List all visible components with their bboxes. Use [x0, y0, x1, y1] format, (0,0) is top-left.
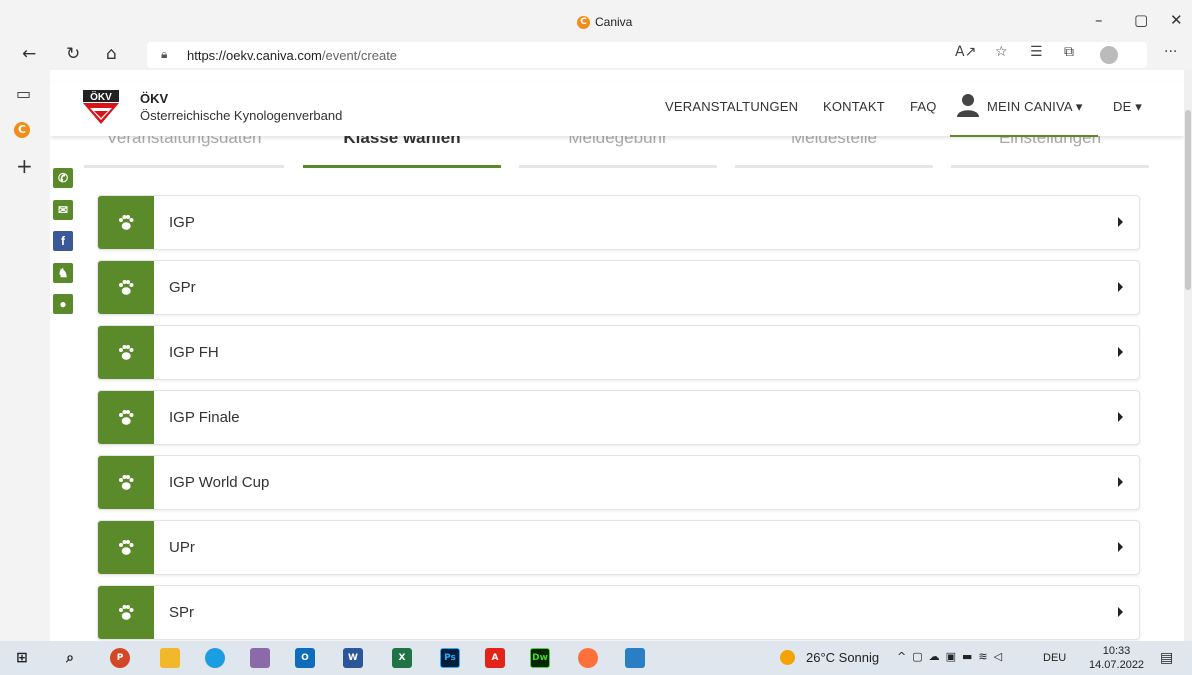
paw-icon: [98, 261, 154, 314]
lightbulb-icon[interactable]: ●: [53, 294, 73, 314]
org-name: Österreichische Kynologenverband: [140, 108, 343, 123]
email-icon[interactable]: ✉: [53, 200, 73, 220]
search-icon[interactable]: ⌕: [60, 648, 80, 668]
photoshop-icon[interactable]: Ps: [440, 648, 460, 668]
paw-icon: [98, 196, 154, 249]
class-label: SPr: [169, 604, 195, 621]
class-row-igp-world-cup[interactable]: IGP World Cup: [97, 455, 1140, 510]
new-tab-icon[interactable]: +: [16, 154, 33, 178]
class-label: IGP World Cup: [169, 474, 270, 491]
weather-text[interactable]: 26°C Sonnig: [806, 650, 879, 665]
chevron-down-icon: ▾: [1135, 99, 1143, 114]
windows-taskbar: ⊞ ⌕ P O W X Ps A Dw 26°C Sonnig ^▢☁▣▬≋◁ …: [0, 641, 1192, 675]
caret-right-icon: [1118, 347, 1123, 357]
language-selector[interactable]: DE ▾: [1113, 99, 1142, 115]
profile-avatar[interactable]: [1100, 46, 1118, 64]
caniva-tab-icon[interactable]: C: [14, 118, 30, 138]
paw-icon: [98, 521, 154, 574]
paw-icon: [98, 456, 154, 509]
photos-icon[interactable]: [625, 648, 645, 668]
file-explorer-icon[interactable]: [160, 648, 180, 668]
phone-icon[interactable]: ✆: [53, 168, 73, 188]
clock[interactable]: 10:33 14.07.2022: [1089, 644, 1144, 672]
nav-faq[interactable]: FAQ: [910, 99, 937, 114]
back-icon[interactable]: ←: [22, 44, 36, 64]
class-label: IGP Finale: [169, 409, 240, 426]
class-row-igp-fh[interactable]: IGP FH: [97, 325, 1140, 380]
browser-toolbar: ← ↻ ⌂ 🔒︎ https://oekv.caniva.com/event/c…: [0, 40, 1192, 70]
class-row-igp[interactable]: IGP: [97, 195, 1140, 250]
read-aloud-icon[interactable]: A↗: [955, 44, 976, 60]
system-tray-icons[interactable]: ^▢☁▣▬≋◁: [897, 650, 1008, 663]
class-row-spr[interactable]: SPr: [97, 585, 1140, 640]
windows-start-icon[interactable]: ⊞: [12, 648, 32, 668]
excel-icon[interactable]: X: [392, 648, 412, 668]
caret-right-icon: [1118, 477, 1123, 487]
facebook-icon[interactable]: f: [53, 231, 73, 251]
paw-icon: [98, 326, 154, 379]
collections-icon[interactable]: ⧉: [1064, 44, 1074, 60]
window-title: C Caniva: [577, 15, 632, 29]
url-text[interactable]: https://oekv.caniva.com/event/create: [187, 48, 397, 63]
favorite-add-icon[interactable]: ☆: [995, 44, 1008, 60]
firefox-icon[interactable]: [578, 648, 598, 668]
site-header: ÖKV ÖKV Österreichische Kynologenverband…: [50, 82, 1184, 137]
caret-right-icon: [1118, 542, 1123, 552]
acrobat-icon[interactable]: A: [485, 648, 505, 668]
close-icon[interactable]: ✕: [1170, 11, 1183, 29]
powerpoint-icon[interactable]: P: [110, 648, 130, 668]
window-titlebar: C Caniva – ▢ ✕: [0, 0, 1192, 44]
class-row-gpr[interactable]: GPr: [97, 260, 1140, 315]
caret-right-icon: [1118, 412, 1123, 422]
page-scrollbar[interactable]: [1184, 70, 1192, 641]
dog-icon[interactable]: ♞: [53, 263, 73, 283]
class-row-upr[interactable]: UPr: [97, 520, 1140, 575]
notifications-icon[interactable]: ▤: [1160, 650, 1173, 666]
chevron-down-icon: ▾: [1075, 99, 1083, 114]
nav-my-account[interactable]: MEIN CANIVA ▾: [987, 99, 1083, 115]
edge-icon[interactable]: [205, 648, 225, 668]
svg-text:ÖKV: ÖKV: [90, 90, 112, 103]
class-label: IGP FH: [169, 344, 219, 361]
okv-logo[interactable]: ÖKV: [81, 90, 121, 126]
web-page: ÖKV ÖKV Österreichische Kynologenverband…: [50, 70, 1184, 641]
user-icon[interactable]: [957, 93, 979, 117]
input-language[interactable]: DEU: [1043, 652, 1066, 664]
browser-sidebar: ▭ C +: [0, 70, 50, 641]
snipping-tool-icon[interactable]: [250, 648, 270, 668]
site-info-icon[interactable]: 🔒︎: [161, 47, 167, 62]
refresh-icon[interactable]: ↻: [66, 44, 80, 64]
minimize-icon[interactable]: –: [1095, 11, 1103, 29]
scrollbar-thumb[interactable]: [1185, 110, 1191, 290]
nav-contact[interactable]: KONTAKT: [823, 99, 885, 114]
paw-icon: [98, 586, 154, 639]
caret-right-icon: [1118, 217, 1123, 227]
favorites-icon[interactable]: ☰: [1030, 44, 1043, 60]
weather-sun-icon: [780, 650, 795, 665]
class-label: UPr: [169, 539, 195, 556]
dreamweaver-icon[interactable]: Dw: [530, 648, 550, 668]
nav-events[interactable]: VERANSTALTUNGEN: [665, 99, 798, 114]
caniva-icon: C: [577, 15, 590, 29]
paw-icon: [98, 391, 154, 444]
class-label: IGP: [169, 214, 195, 231]
class-label: GPr: [169, 279, 196, 296]
caret-right-icon: [1118, 607, 1123, 617]
account-underline: [950, 135, 1098, 137]
outlook-icon[interactable]: O: [295, 648, 315, 668]
maximize-icon[interactable]: ▢: [1134, 11, 1148, 29]
home-icon[interactable]: ⌂: [106, 44, 117, 64]
tab-actions-icon[interactable]: ▭: [16, 84, 31, 103]
org-abbreviation: ÖKV: [140, 91, 169, 106]
word-icon[interactable]: W: [343, 648, 363, 668]
more-icon[interactable]: ···: [1164, 44, 1177, 60]
caret-right-icon: [1118, 282, 1123, 292]
class-row-igp-finale[interactable]: IGP Finale: [97, 390, 1140, 445]
